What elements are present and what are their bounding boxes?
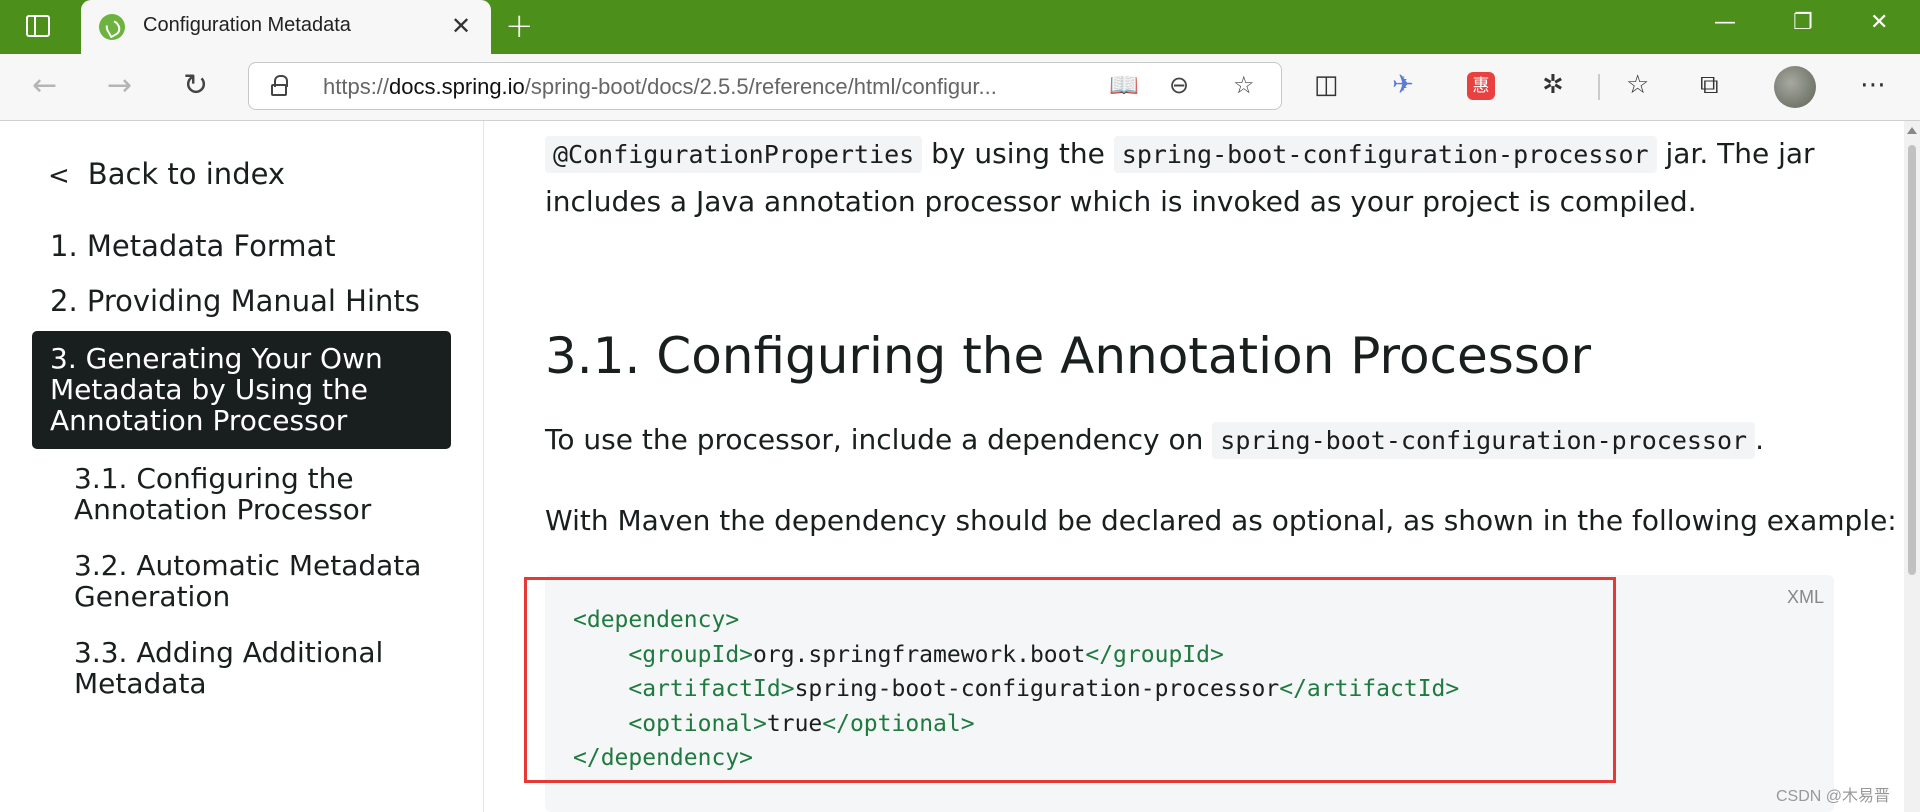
watermark: CSDN @木易晋 <box>1776 788 1891 805</box>
url-path: /spring-boot/docs/2.5.5/reference/html/c… <box>524 74 997 99</box>
collections-icon[interactable]: ⧉ <box>1700 70 1719 101</box>
toolbar-divider <box>1598 74 1600 100</box>
paragraph-1: @ConfigurationProperties by using the sp… <box>545 136 1815 173</box>
toc-subitem-automatic[interactable]: 3.2. Automatic Metadata Generation <box>74 550 434 612</box>
zoom-out-icon[interactable]: ⊖ <box>1169 71 1189 99</box>
minimize-icon[interactable]: — <box>1714 10 1736 35</box>
read-aloud-icon[interactable]: 📖 <box>1109 71 1139 99</box>
inline-code: spring-boot-configuration-processor <box>1212 422 1756 459</box>
tab-title: Configuration Metadata <box>143 14 351 36</box>
section-heading: 3.1. Configuring the Annotation Processo… <box>545 327 1592 385</box>
extension-icon[interactable]: ◫ <box>1314 70 1339 100</box>
paragraph-text: jar. The jar <box>1656 137 1815 170</box>
sidebar-toggle-icon[interactable] <box>26 15 50 37</box>
toc-item-metadata-format[interactable]: 1. Metadata Format <box>50 229 336 263</box>
maximize-icon[interactable]: ❐ <box>1793 10 1813 35</box>
back-arrow-icon[interactable]: ← <box>32 68 57 103</box>
back-to-index-link[interactable]: < Back to index <box>48 157 285 191</box>
back-to-index-label: Back to index <box>87 157 286 191</box>
add-favorite-icon[interactable]: ☆ <box>1233 71 1255 99</box>
lock-icon[interactable] <box>271 75 289 96</box>
extension-bird-icon[interactable]: ✈ <box>1392 70 1414 100</box>
close-window-icon[interactable]: ✕ <box>1870 10 1888 35</box>
new-tab-icon[interactable]: + <box>505 6 534 46</box>
profile-avatar[interactable] <box>1774 66 1816 108</box>
scroll-thumb[interactable] <box>1908 145 1916 575</box>
paragraph-3: With Maven the dependency should be decl… <box>545 504 1897 537</box>
code-language-label: XML <box>1786 587 1824 607</box>
chevron-left-icon: < <box>48 161 70 191</box>
paragraph-text: by using the <box>922 137 1114 170</box>
spring-favicon-icon <box>99 14 125 40</box>
inline-code: spring-boot-configuration-processor <box>1113 136 1657 173</box>
url-scheme: https:// <box>323 74 390 99</box>
toc-item-manual-hints[interactable]: 2. Providing Manual Hints <box>50 284 420 318</box>
url-text[interactable]: https://docs.spring.io/spring-boot/docs/… <box>323 74 997 100</box>
toc-sidebar: < Back to index 1. Metadata Format 2. Pro… <box>0 121 484 812</box>
paragraph-text: To use the processor, include a dependen… <box>545 423 1213 456</box>
inline-code: @ConfigurationProperties <box>545 136 923 173</box>
extensions-icon[interactable]: ✲ <box>1542 70 1564 100</box>
browser-tab-active[interactable]: Configuration Metadata ✕ <box>81 0 491 54</box>
extension-badge-icon[interactable]: 惠 <box>1467 72 1495 100</box>
page-scrollbar[interactable] <box>1904 121 1920 812</box>
toc-item-label: 3. Generating Your Own Metadata by Using… <box>50 342 383 437</box>
paragraph-1-line-2: includes a Java annotation processor whi… <box>545 185 1697 218</box>
more-menu-icon[interactable]: ⋯ <box>1860 70 1886 100</box>
browser-titlebar: Configuration Metadata ✕ + — ❐ ✕ <box>0 0 1920 54</box>
paragraph-2: To use the processor, include a dependen… <box>545 422 1764 459</box>
favorites-icon[interactable]: ☆ <box>1626 70 1649 100</box>
address-bar[interactable]: https://docs.spring.io/spring-boot/docs/… <box>248 62 1282 110</box>
forward-arrow-icon[interactable]: → <box>107 68 132 103</box>
paragraph-text: . <box>1755 423 1764 456</box>
toc-item-generating-metadata[interactable]: 3. Generating Your Own Metadata by Using… <box>32 331 451 449</box>
red-highlight-box <box>524 577 1616 783</box>
tab-close-icon[interactable]: ✕ <box>451 12 471 40</box>
scroll-up-arrow-icon[interactable] <box>1907 127 1917 134</box>
toc-subitem-adding[interactable]: 3.3. Adding Additional Metadata <box>74 637 434 699</box>
reload-icon[interactable]: ↻ <box>183 68 208 103</box>
toc-subitem-configuring[interactable]: 3.1. Configuring the Annotation Processo… <box>74 463 434 525</box>
browser-toolbar: ← → ↻ https://docs.spring.io/spring-boot… <box>0 54 1920 121</box>
url-host: docs.spring.io <box>389 74 525 99</box>
